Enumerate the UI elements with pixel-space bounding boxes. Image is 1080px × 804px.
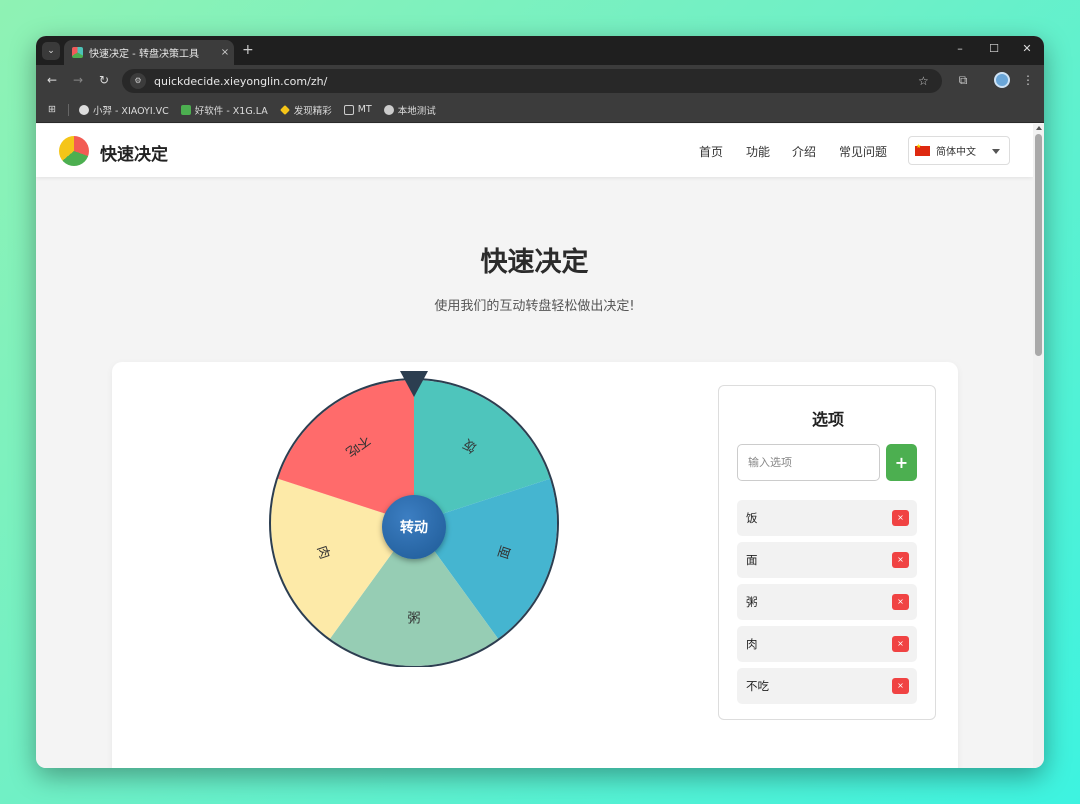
site-settings-icon[interactable]: ⚙ xyxy=(130,73,146,89)
delete-option-button[interactable]: × xyxy=(892,552,909,568)
option-item: 粥 × xyxy=(737,584,917,620)
delete-option-button[interactable]: × xyxy=(892,594,909,610)
address-bar[interactable]: ⚙ quickdecide.xieyonglin.com/zh/ ☆ xyxy=(122,69,942,93)
china-flag-icon xyxy=(915,143,930,156)
option-item: 不吃 × xyxy=(737,668,917,704)
wheel-card: 饭面粥肉不吃 转动 选项 + 饭× 面× 粥× 肉× 不吃× xyxy=(112,362,958,768)
scroll-up-icon[interactable] xyxy=(1036,126,1042,130)
spin-button[interactable]: 转动 xyxy=(382,495,446,559)
page-subtitle: 使用我们的互动转盘轻松做出决定! xyxy=(434,299,635,314)
reload-icon[interactable]: ↻ xyxy=(96,73,112,87)
apps-grid-icon[interactable]: ⊞ xyxy=(48,104,56,115)
delete-option-button[interactable]: × xyxy=(892,678,909,694)
tab-close-icon[interactable]: × xyxy=(216,47,234,58)
globe-icon xyxy=(383,104,394,115)
page-title: 快速决定 xyxy=(480,247,589,278)
option-input[interactable] xyxy=(737,444,880,481)
bookmark-item[interactable]: 本地测试 xyxy=(383,103,436,117)
bookmark-spark-icon xyxy=(279,104,290,115)
minimize-button[interactable]: – xyxy=(950,42,970,55)
bookmark-item[interactable]: 发现精彩 xyxy=(279,103,332,117)
bookmark-avatar-icon xyxy=(78,104,89,115)
nav-about[interactable]: 介绍 xyxy=(792,143,816,160)
folder-icon xyxy=(343,104,354,115)
tab-active[interactable]: 快速决定 - 转盘决策工具 × xyxy=(64,40,234,65)
tab-strip: ⌄ 快速决定 - 转盘决策工具 × + – ☐ ✕ xyxy=(36,36,1044,65)
option-item: 肉 × xyxy=(737,626,917,662)
maximize-button[interactable]: ☐ xyxy=(984,42,1004,55)
language-select[interactable]: 简体中文 xyxy=(908,136,1010,165)
browser-toolbar: ← → ↻ ⚙ quickdecide.xieyonglin.com/zh/ ☆… xyxy=(36,65,1044,97)
page-scrollbar[interactable] xyxy=(1033,124,1044,768)
close-window-button[interactable]: ✕ xyxy=(1017,42,1037,55)
options-title: 选项 xyxy=(811,410,844,429)
nav-features[interactable]: 功能 xyxy=(746,143,770,160)
browser-window: ⌄ 快速决定 - 转盘决策工具 × + – ☐ ✕ ← → ↻ ⚙ quickd… xyxy=(36,36,1044,768)
bookmarks-bar: ⊞ 小羿 - XIAOYI.VC 好软件 - X1G.LA 发现精彩 MT 本地… xyxy=(36,97,1044,123)
nav-faq[interactable]: 常见问题 xyxy=(839,143,887,160)
bookmark-app-icon xyxy=(180,104,191,115)
wheel-segment-label: 粥 xyxy=(407,611,420,627)
tab-search-icon[interactable]: ⌄ xyxy=(42,42,60,60)
option-item: 饭 × xyxy=(737,500,917,536)
site-header: 快速决定 首页 功能 介绍 常见问题 简体中文 xyxy=(36,124,1033,177)
new-tab-button[interactable]: + xyxy=(242,42,254,58)
nav-home[interactable]: 首页 xyxy=(699,143,723,160)
bookmarks-divider xyxy=(67,103,69,116)
logo-wheel-icon[interactable] xyxy=(59,136,89,166)
bookmark-star-icon[interactable]: ☆ xyxy=(918,74,942,88)
web-page: 快速决定 首页 功能 介绍 常见问题 简体中文 快速决定 使用我们的互动转盘轻松… xyxy=(36,124,1033,768)
tab-title: 快速决定 - 转盘决策工具 xyxy=(89,49,199,60)
options-panel: 选项 + 饭× 面× 粥× 肉× 不吃× xyxy=(718,385,936,720)
profile-avatar[interactable] xyxy=(994,72,1010,88)
delete-option-button[interactable]: × xyxy=(892,510,909,526)
add-option-button[interactable]: + xyxy=(886,444,917,481)
bookmark-item[interactable]: 好软件 - X1G.LA xyxy=(180,103,268,117)
url-text: quickdecide.xieyonglin.com/zh/ xyxy=(154,74,328,88)
forward-icon[interactable]: → xyxy=(70,73,86,87)
caret-down-icon xyxy=(992,149,1000,154)
option-item: 面 × xyxy=(737,542,917,578)
site-brand[interactable]: 快速决定 xyxy=(100,140,168,165)
options-list: 饭 × 面 × 粥 × 肉 × 不吃 × xyxy=(737,500,917,710)
browser-menu-icon[interactable]: ⋮ xyxy=(1019,73,1037,87)
back-icon[interactable]: ← xyxy=(44,73,60,87)
bookmark-folder[interactable]: MT xyxy=(343,104,372,115)
bookmark-item[interactable]: 小羿 - XIAOYI.VC xyxy=(78,103,169,117)
scrollbar-thumb[interactable] xyxy=(1035,134,1042,356)
site-favicon-icon xyxy=(72,47,83,58)
language-label: 简体中文 xyxy=(936,147,976,158)
extensions-icon[interactable]: ⧉ xyxy=(954,73,972,88)
delete-option-button[interactable]: × xyxy=(892,636,909,652)
